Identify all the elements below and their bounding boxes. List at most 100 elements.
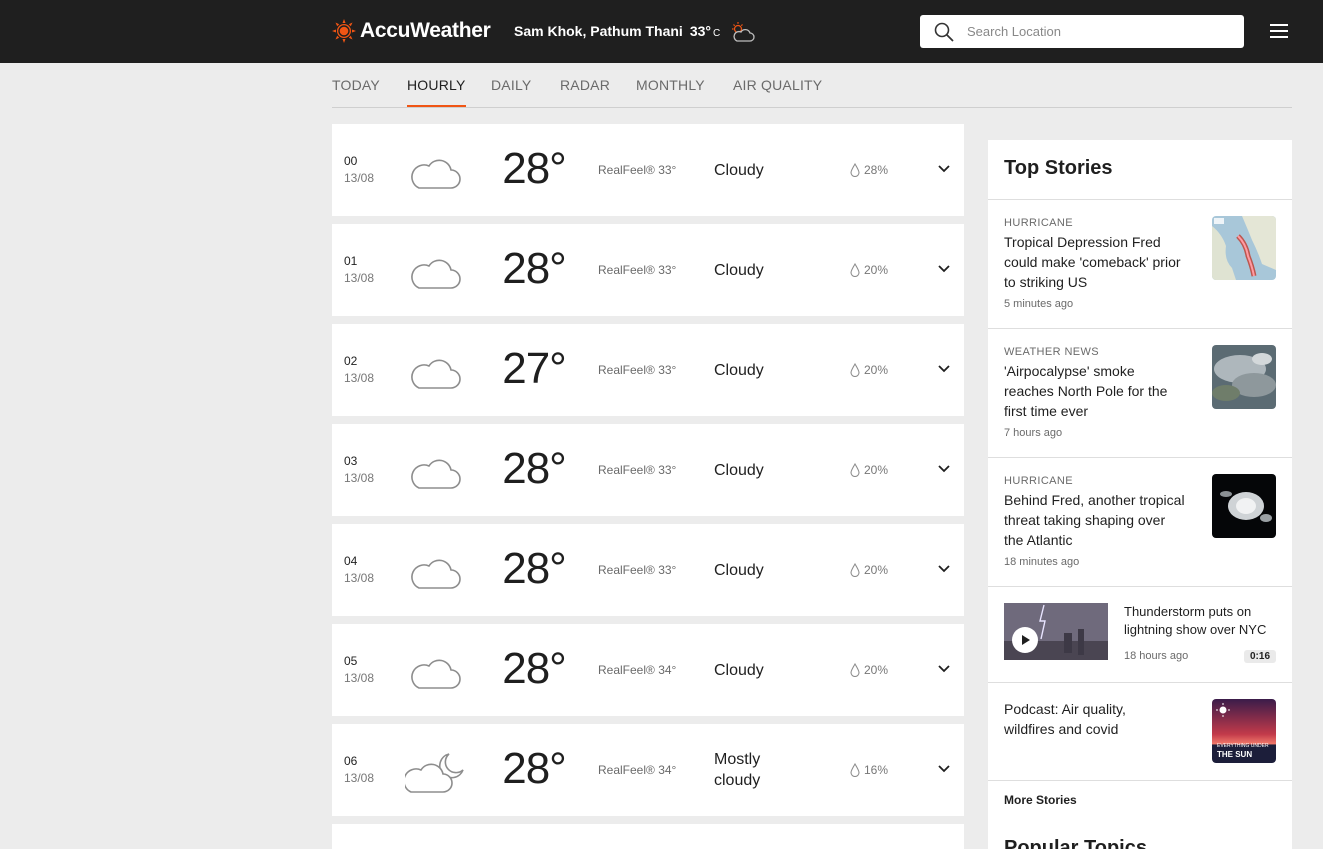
cloud-icon (411, 159, 461, 189)
cloud-icon (411, 259, 461, 289)
story-title: Tropical Depression Fred could make 'com… (1004, 234, 1181, 290)
hourly-forecast-card[interactable]: 05 13/08 28° RealFeel® 34° Cloudy 20% (332, 624, 964, 716)
hourly-forecast-card[interactable]: 01 13/08 28° RealFeel® 33° Cloudy 20% (332, 224, 964, 316)
weather-phrase: Cloudy (714, 262, 764, 279)
top-stories-heading: Top Stories (1004, 157, 1113, 179)
realfeel-value: RealFeel® 33° (598, 463, 677, 477)
hourly-forecast-card[interactable]: 02 13/08 27° RealFeel® 33° Cloudy 20% (332, 324, 964, 416)
forecast-temperature: 28° (502, 744, 567, 793)
podcast-title: Podcast: Air quality, wildfires and covi… (1004, 701, 1126, 737)
forecast-hour: 02 (344, 354, 358, 368)
search-icon (934, 22, 954, 42)
chevron-down-icon[interactable] (938, 165, 950, 173)
tab-monthly[interactable]: MONTHLY (636, 77, 705, 93)
tab-radar[interactable]: RADAR (560, 77, 610, 93)
forecast-temperature: 28° (502, 544, 567, 593)
tab-air-quality[interactable]: AIR QUALITY (733, 77, 822, 93)
story-item[interactable]: WEATHER NEWS 'Airpocalypse' smoke reache… (988, 329, 1292, 457)
forecast-date: 13/08 (344, 771, 375, 785)
chevron-down-icon[interactable] (938, 465, 950, 473)
cloud-icon (411, 659, 461, 689)
chevron-down-icon[interactable] (938, 565, 950, 573)
hourly-forecast-card[interactable]: 04 13/08 28° RealFeel® 33° Cloudy 20% (332, 524, 964, 616)
forecast-hour: 05 (344, 654, 358, 668)
story-category: HURRICANE (1004, 217, 1073, 229)
forecast-temperature: 28° (502, 644, 567, 693)
chevron-down-icon[interactable] (938, 365, 950, 373)
hamburger-menu-icon[interactable] (1270, 24, 1288, 40)
chevron-down-icon[interactable] (938, 665, 950, 673)
story-category: WEATHER NEWS (1004, 346, 1100, 358)
popular-topics-heading: Popular Topics (1004, 837, 1147, 849)
satellite-smoke-thumbnail (1212, 345, 1276, 409)
realfeel-value: RealFeel® 33° (598, 163, 677, 177)
raindrop-icon (850, 663, 860, 677)
realfeel-value: RealFeel® 33° (598, 363, 677, 377)
tab-daily[interactable]: DAILY (491, 77, 531, 93)
forecast-date: 13/08 (344, 271, 375, 285)
weather-phrase-line1: Mostly (714, 751, 761, 768)
hourly-forecast-card[interactable]: 00 13/08 28° RealFeel® 33° Cloudy 28% (332, 124, 964, 216)
accuweather-logo[interactable]: AccuWeather (332, 19, 491, 43)
cloud-icon (411, 559, 461, 589)
podcast-story-item[interactable]: Podcast: Air quality, wildfires and covi… (988, 683, 1292, 780)
search-location-input[interactable] (967, 24, 1227, 39)
top-stories-panel: Top Stories HURRICANE Tropical Depressio… (988, 140, 1292, 849)
raindrop-icon (850, 763, 860, 777)
precipitation-probability: 20% (864, 663, 889, 677)
realfeel-value: RealFeel® 34° (598, 663, 677, 677)
forecast-date: 13/08 (344, 671, 375, 685)
chevron-down-icon[interactable] (938, 765, 950, 773)
forecast-hour: 03 (344, 454, 358, 468)
story-title: 'Airpocalypse' smoke reaches North Pole … (1004, 363, 1168, 419)
weather-phrase: Cloudy (714, 462, 764, 479)
hourly-forecast-card[interactable]: 06 13/08 28° RealFeel® 34° Mostly cloudy 16% (332, 724, 964, 816)
tab-today[interactable]: TODAY (332, 77, 380, 93)
more-stories-link[interactable]: More Stories (1004, 793, 1077, 807)
precipitation-probability: 20% (864, 463, 889, 477)
forecast-temperature: 28° (502, 244, 567, 293)
forecast-tabs: TODAY HOURLY DAILY RADAR MONTHLY AIR QUA… (332, 63, 1292, 108)
sun-logo-icon (332, 19, 356, 43)
play-icon[interactable] (1012, 627, 1038, 653)
video-story-item[interactable]: Thunderstorm puts on lightning show over… (988, 587, 1292, 682)
precipitation-probability: 20% (864, 363, 889, 377)
search-box[interactable] (920, 15, 1244, 48)
sun-badge-icon (1216, 703, 1230, 717)
story-time: 7 hours ago (1004, 427, 1063, 439)
forecast-temperature: 27° (502, 344, 567, 393)
current-location[interactable]: Sam Khok, Pathum Thani 33° C (514, 23, 720, 39)
brand-name: AccuWeather (360, 19, 491, 42)
raindrop-icon (850, 563, 860, 577)
story-item[interactable]: HURRICANE Behind Fred, another tropical … (988, 458, 1292, 586)
forecast-temperature: 28° (502, 144, 567, 193)
hurricane-map-thumbnail (1212, 216, 1276, 280)
temperature-unit: C (712, 28, 721, 39)
precipitation-probability: 28% (864, 163, 889, 177)
video-duration: 0:16 (1244, 650, 1276, 663)
precipitation: 20% (850, 263, 888, 277)
story-item[interactable]: HURRICANE Tropical Depression Fred could… (988, 200, 1292, 328)
weather-phrase: Mostly cloudy (714, 749, 760, 791)
moon-cloud-icon (405, 753, 464, 793)
hourly-forecast-card[interactable]: 03 13/08 28° RealFeel® 33° Cloudy 20% (332, 424, 964, 516)
precipitation: 20% (850, 563, 888, 577)
precipitation-probability: 20% (864, 563, 889, 577)
chevron-down-icon[interactable] (938, 265, 950, 273)
partly-cloudy-icon (732, 22, 755, 42)
video-title: Thunderstorm puts on lightning show over… (1124, 604, 1267, 637)
forecast-date: 13/08 (344, 471, 375, 485)
realfeel-value: RealFeel® 34° (598, 763, 677, 777)
weather-phrase: Cloudy (714, 662, 764, 679)
cloud-icon (411, 359, 461, 389)
podcast-thumbnail: EVERYTHING UNDER THE SUN (1212, 699, 1276, 763)
raindrop-icon (850, 263, 860, 277)
forecast-hour: 00 (344, 154, 358, 168)
precipitation: 20% (850, 363, 888, 377)
hourly-forecast-card[interactable] (332, 824, 964, 849)
video-time: 18 hours ago (1124, 650, 1189, 662)
tab-hourly[interactable]: HOURLY (407, 77, 466, 107)
realfeel-value: RealFeel® 33° (598, 263, 677, 277)
realfeel-value: RealFeel® 33° (598, 563, 677, 577)
story-time: 5 minutes ago (1004, 298, 1074, 310)
